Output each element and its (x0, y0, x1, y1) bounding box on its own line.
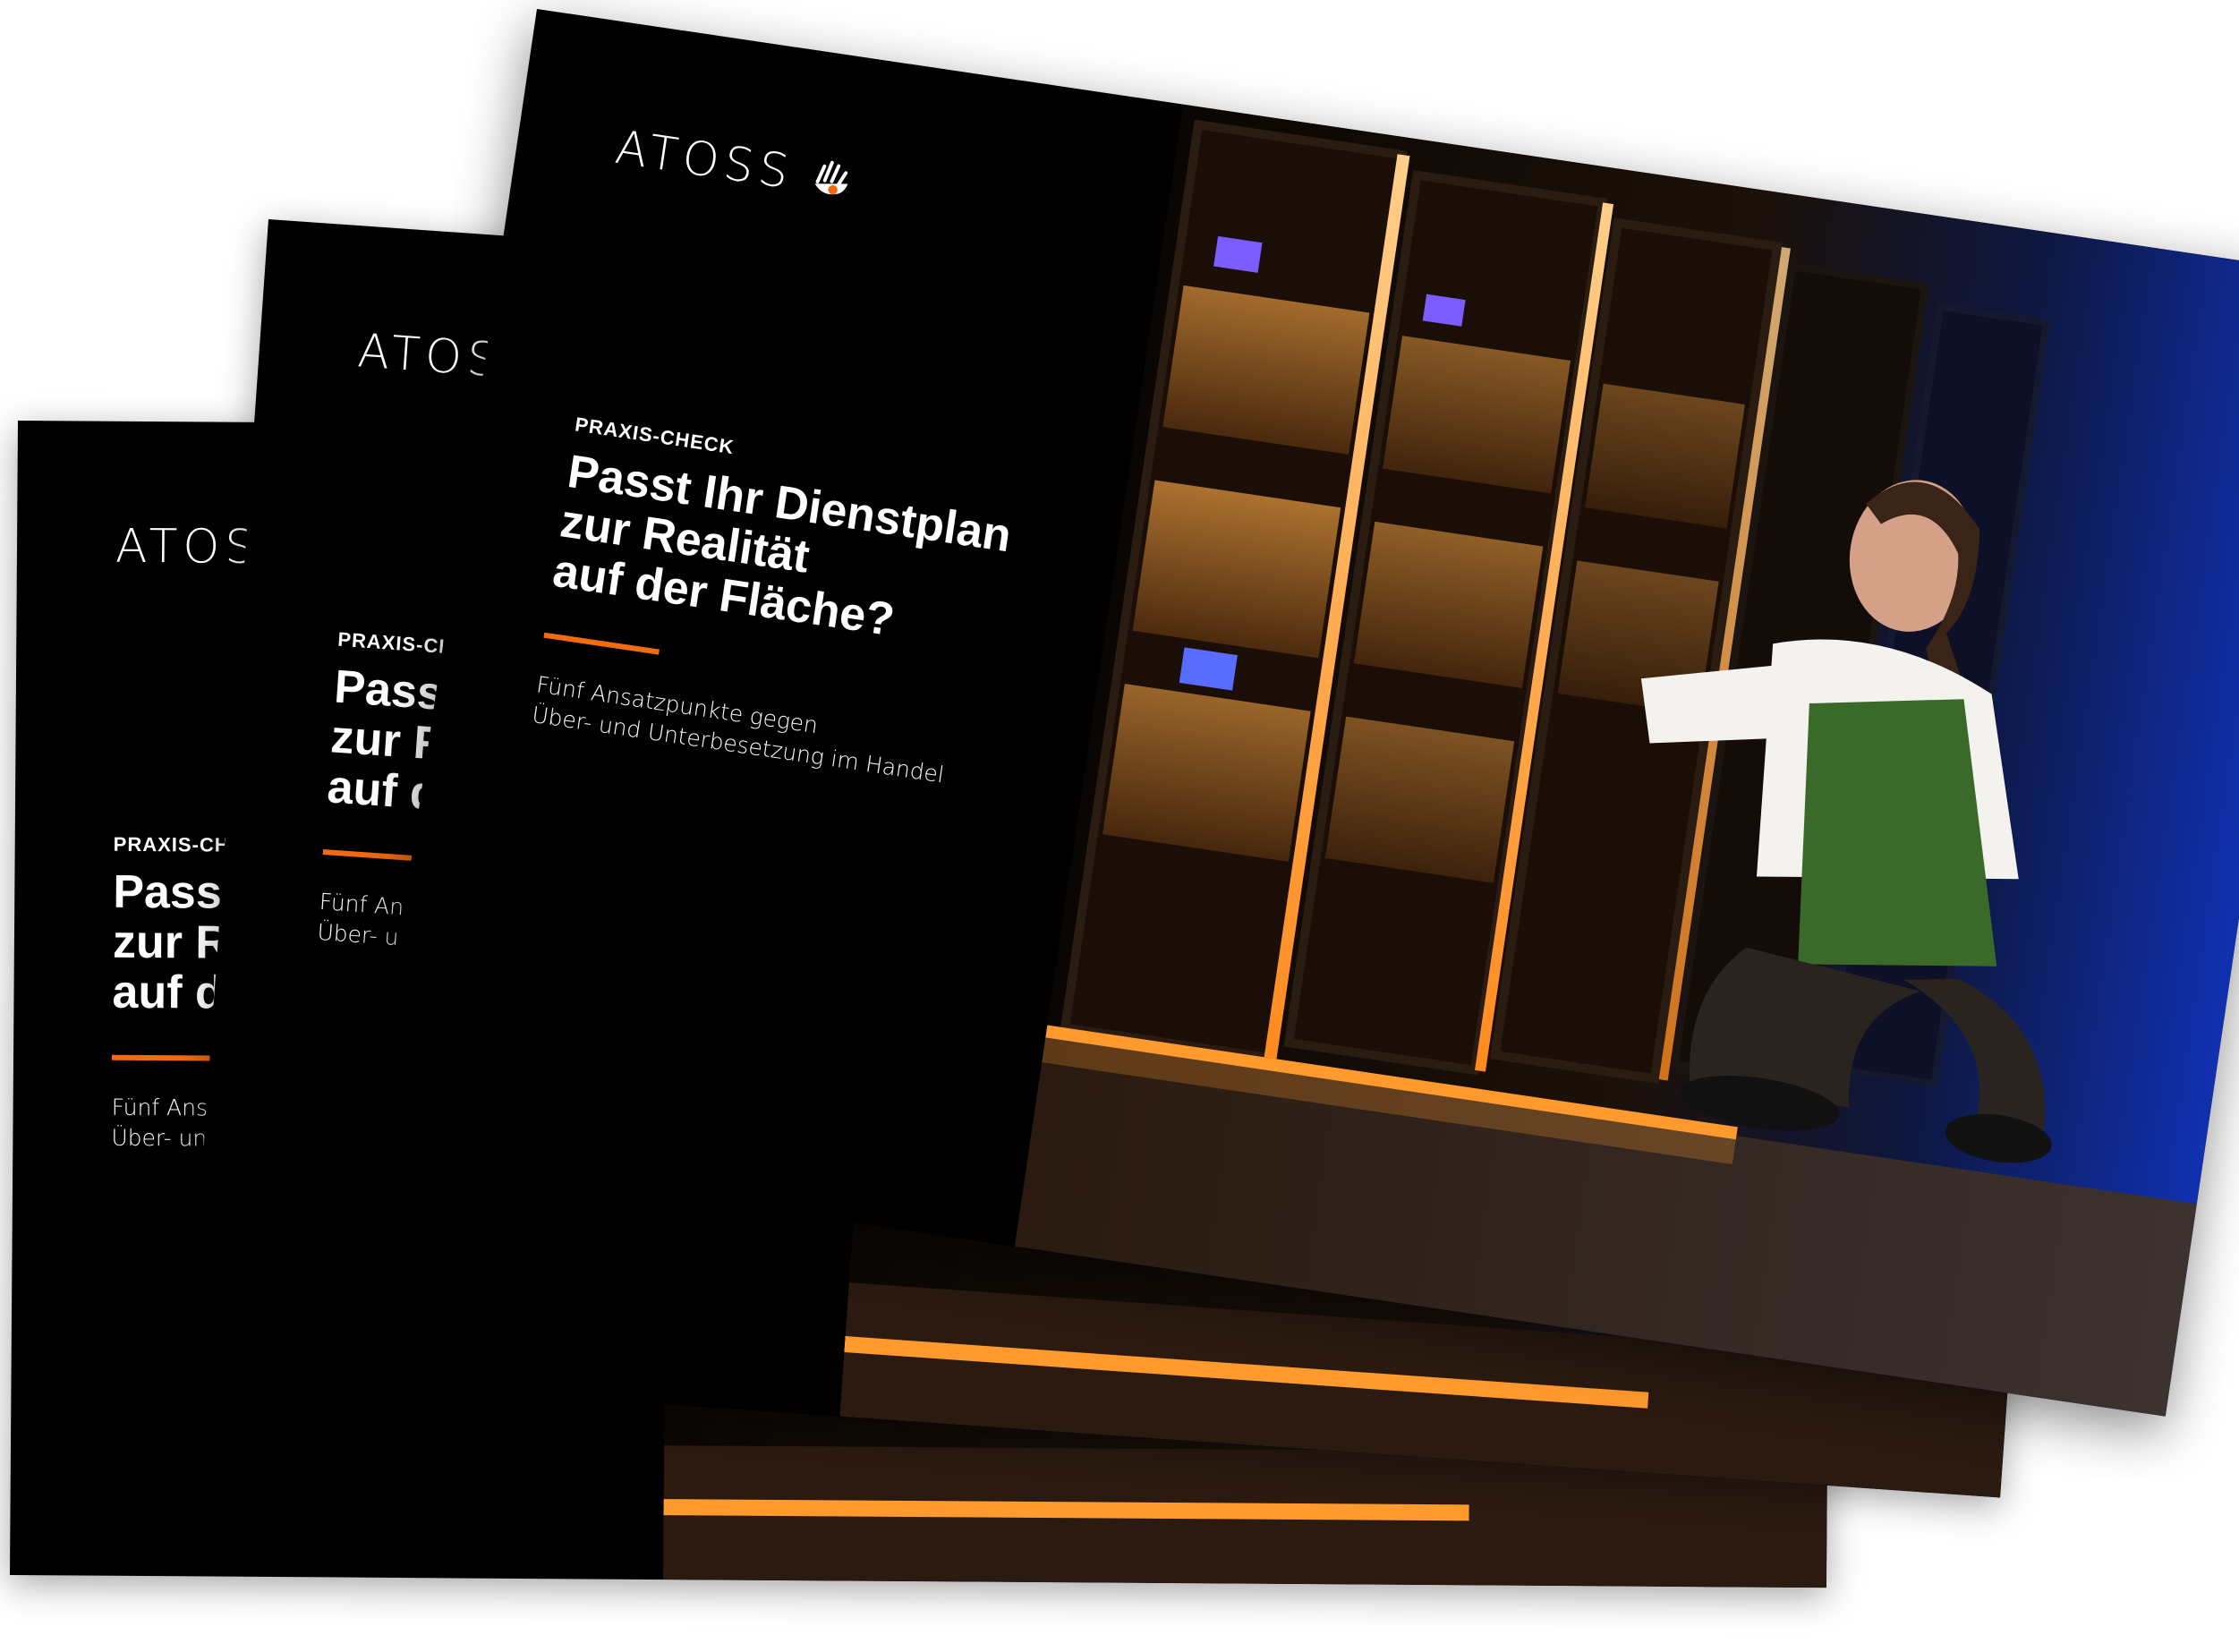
cover-text: PRAXIS-CHECK Passt Ihr Dienstplan zur Re… (530, 413, 1126, 811)
brochure-stack: ATOSS PRAXIS-CHECK Passt Ihr Dienstplan … (0, 0, 2239, 1652)
hand-icon (814, 160, 848, 195)
brand-logo: ATOSS (612, 121, 859, 209)
subtitle: Fünf Ansatzpunkte gegen Über- und Unterb… (530, 669, 1087, 811)
retail-fridge-photo (1014, 104, 2239, 1417)
logo-text: ATOSS (611, 120, 797, 200)
accent-rule (543, 632, 660, 655)
